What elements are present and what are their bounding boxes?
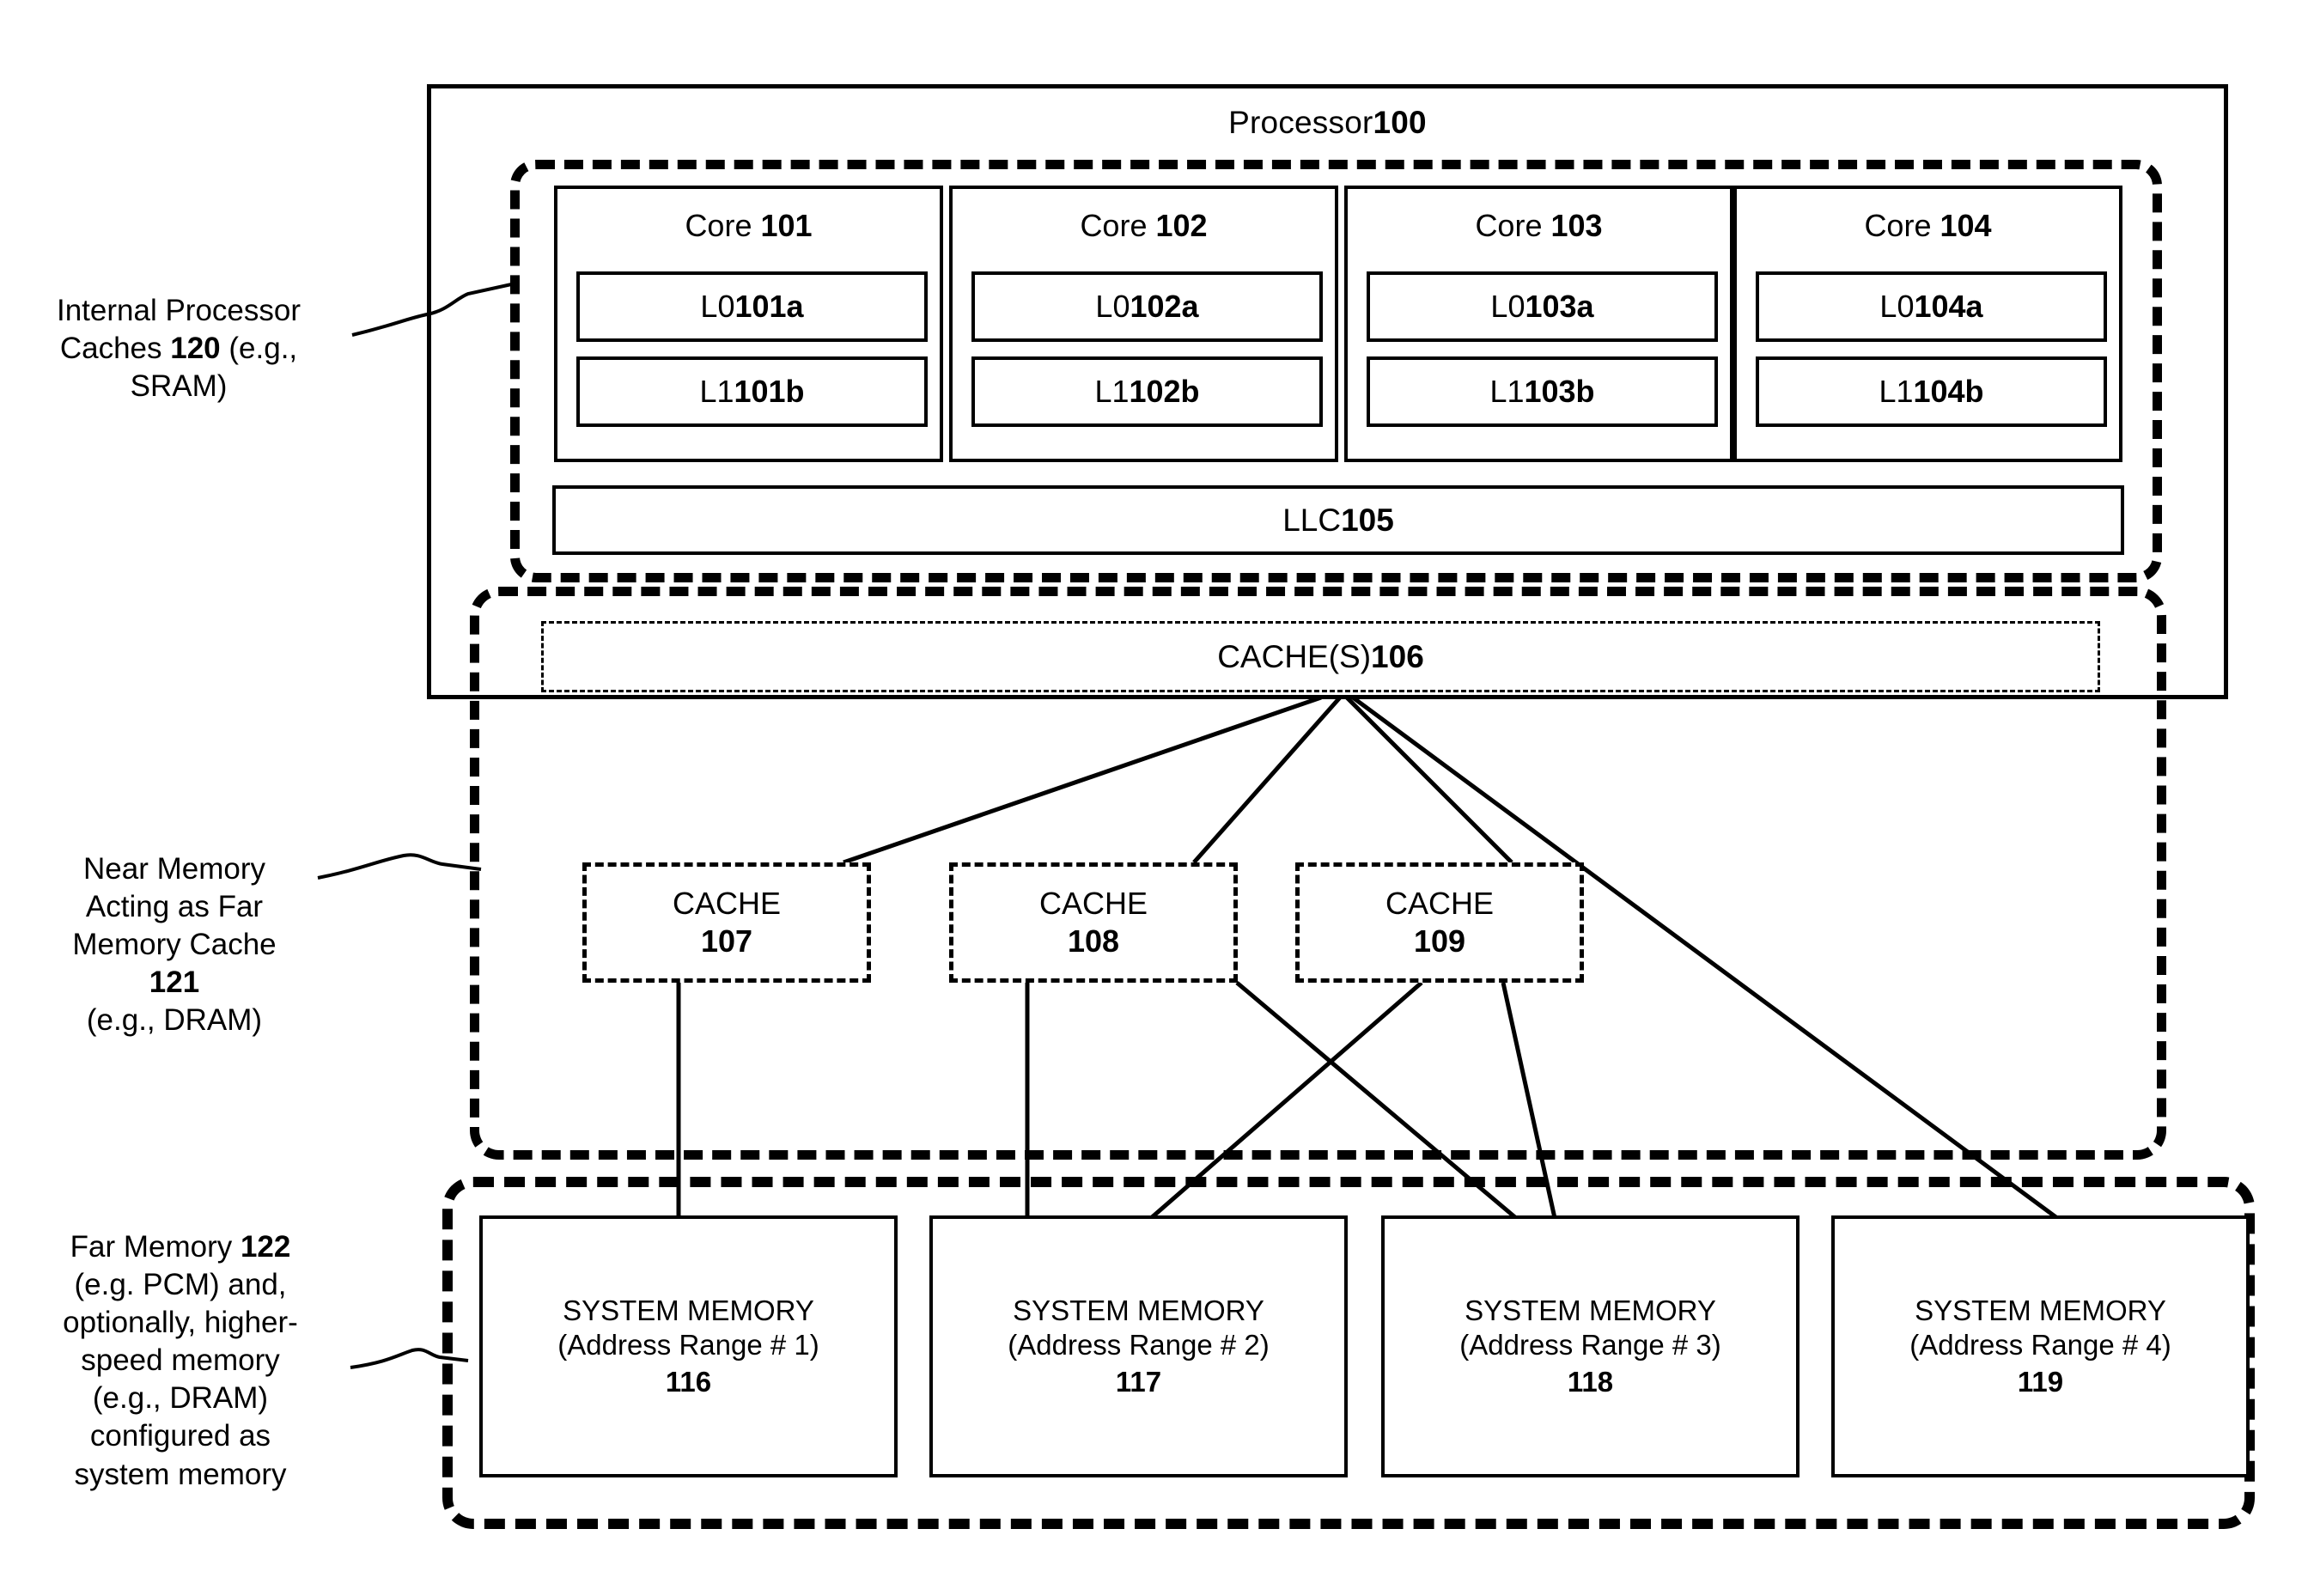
annotation-122-line3: optionally, higher-	[63, 1306, 298, 1340]
annotation-122-line4: speed memory	[81, 1343, 280, 1378]
system-memory-116-range: (Address Range # 1)	[557, 1329, 819, 1361]
system-memory-118-ref: 118	[1567, 1365, 1614, 1398]
core-103-l1-ref: 103b	[1524, 374, 1595, 409]
system-memory-118-range: (Address Range # 3)	[1459, 1329, 1721, 1361]
cache-box-107[interactable]: CACHE 107	[582, 862, 871, 983]
system-memory-117-ref: 117	[1115, 1365, 1162, 1398]
system-memory-box-117[interactable]: SYSTEM MEMORY (Address Range # 2) 117	[929, 1215, 1348, 1477]
core-box-104[interactable]: Core 104 L0 104a L1 104b	[1733, 186, 2122, 462]
llc-label: LLC	[1282, 502, 1342, 538]
core-101-l1-ref: 101b	[734, 374, 805, 409]
core-103-l0-label: L0	[1490, 289, 1525, 324]
annotation-121-ref: 121	[149, 966, 200, 1000]
core-101-l0-label: L0	[700, 289, 735, 324]
cache-109-ref: 109	[1413, 923, 1466, 959]
llc-box-105[interactable]: LLC 105	[552, 485, 2124, 555]
core-102-l1-ref: 102b	[1129, 374, 1200, 409]
annotation-120-line2-pre: Caches	[59, 332, 171, 366]
annotation-122-line5: (e.g., DRAM)	[92, 1381, 269, 1416]
cache-107-label: CACHE	[672, 886, 782, 922]
annotation-120-line2-post: (e.g.,	[220, 332, 298, 366]
system-memory-box-116[interactable]: SYSTEM MEMORY (Address Range # 1) 116	[479, 1215, 898, 1477]
annotation-121-line3: Memory Cache	[72, 928, 277, 962]
figure-canvas: Processor 100 Core 101 L0 101a L1 101b C…	[0, 0, 2308, 1596]
processor-title: Processor 100	[427, 103, 2228, 143]
shared-caches-label: CACHE(S)	[1217, 638, 1372, 674]
system-memory-117-title: SYSTEM MEMORY	[1013, 1294, 1264, 1327]
core-103-l1-cache[interactable]: L1 103b	[1367, 356, 1718, 427]
shared-caches-ref: 106	[1371, 638, 1424, 674]
system-memory-box-119[interactable]: SYSTEM MEMORY (Address Range # 4) 119	[1831, 1215, 2250, 1477]
system-memory-117-range: (Address Range # 2)	[1008, 1329, 1270, 1361]
annotation-122-line1: Far Memory 122	[9, 1228, 352, 1266]
system-memory-119-ref: 119	[2017, 1365, 2064, 1398]
core-101-l1-cache[interactable]: L1 101b	[576, 356, 928, 427]
annotation-near-memory: Near Memory Acting as Far Memory Cache 1…	[33, 850, 316, 1039]
annotation-122-line2: (e.g. PCM) and,	[74, 1268, 287, 1302]
annotation-120-line1: Internal Processor	[56, 294, 301, 327]
core-102-label: Core	[1080, 208, 1156, 243]
annotation-120-line3: SRAM)	[130, 369, 228, 404]
system-memory-116-title: SYSTEM MEMORY	[563, 1294, 814, 1327]
annotation-122-line1-pre: Far Memory	[70, 1230, 241, 1264]
annotation-122-ref: 122	[240, 1230, 291, 1264]
core-104-l0-ref: 104a	[1914, 289, 1983, 324]
core-104-l0-cache[interactable]: L0 104a	[1756, 271, 2107, 342]
cache-108-ref: 108	[1067, 923, 1120, 959]
core-101-label: Core	[685, 208, 761, 243]
shared-caches-box-106[interactable]: CACHE(S) 106	[541, 621, 2100, 692]
annotation-122-line6: configured as	[89, 1419, 271, 1453]
cache-box-108[interactable]: CACHE 108	[949, 862, 1238, 983]
core-box-101[interactable]: Core 101 L0 101a L1 101b	[554, 186, 943, 462]
core-104-l1-ref: 104b	[1913, 374, 1984, 409]
core-102-l0-ref: 102a	[1130, 289, 1199, 324]
annotation-121-line2: Acting as Far	[85, 890, 264, 924]
core-102-ref: 102	[1155, 208, 1208, 243]
annotation-120-ref: 120	[170, 332, 221, 366]
annotation-121-line5: (e.g., DRAM)	[86, 1003, 263, 1038]
processor-title-ref: 100	[1373, 105, 1427, 141]
annotation-122-line7: system memory	[74, 1457, 287, 1491]
core-102-title: Core 102	[953, 208, 1335, 244]
annotation-internal-processor-caches: Internal Processor Caches 120 (e.g., SRA…	[7, 292, 350, 405]
core-102-l1-label: L1	[1094, 374, 1130, 409]
core-102-l0-label: L0	[1095, 289, 1130, 324]
core-101-l1-label: L1	[699, 374, 734, 409]
processor-title-text: Processor	[1228, 105, 1373, 141]
system-memory-box-118[interactable]: SYSTEM MEMORY (Address Range # 3) 118	[1381, 1215, 1800, 1477]
core-104-title: Core 104	[1737, 208, 2119, 244]
system-memory-119-range: (Address Range # 4)	[1909, 1329, 2171, 1361]
annotation-far-memory: Far Memory 122 (e.g. PCM) and, optionall…	[9, 1228, 352, 1494]
core-103-ref: 103	[1550, 208, 1603, 243]
system-memory-119-title: SYSTEM MEMORY	[1915, 1294, 2166, 1327]
cache-107-ref: 107	[700, 923, 753, 959]
core-104-ref: 104	[1940, 208, 1992, 243]
core-104-l1-label: L1	[1879, 374, 1914, 409]
system-memory-118-title: SYSTEM MEMORY	[1465, 1294, 1716, 1327]
core-103-l0-cache[interactable]: L0 103a	[1367, 271, 1718, 342]
llc-ref: 105	[1341, 502, 1394, 538]
core-101-l0-ref: 101a	[734, 289, 804, 324]
core-102-l1-cache[interactable]: L1 102b	[971, 356, 1323, 427]
leader-line-121	[317, 853, 482, 880]
annotation-121-line1: Near Memory	[83, 852, 265, 886]
core-101-l0-cache[interactable]: L0 101a	[576, 271, 928, 342]
core-101-title: Core 101	[557, 208, 940, 244]
core-103-l0-ref: 103a	[1525, 289, 1594, 324]
annotation-120-line2: Caches 120 (e.g.,	[7, 330, 350, 368]
core-104-label: Core	[1864, 208, 1940, 243]
core-103-l1-label: L1	[1489, 374, 1525, 409]
core-103-label: Core	[1475, 208, 1551, 243]
core-104-l1-cache[interactable]: L1 104b	[1756, 356, 2107, 427]
core-104-l0-label: L0	[1879, 289, 1915, 324]
core-101-ref: 101	[760, 208, 813, 243]
core-box-103[interactable]: Core 103 L0 103a L1 103b	[1344, 186, 1733, 462]
system-memory-116-ref: 116	[665, 1365, 712, 1398]
core-102-l0-cache[interactable]: L0 102a	[971, 271, 1323, 342]
cache-109-label: CACHE	[1385, 886, 1495, 922]
cache-108-label: CACHE	[1038, 886, 1148, 922]
core-103-title: Core 103	[1348, 208, 1730, 244]
cache-box-109[interactable]: CACHE 109	[1295, 862, 1584, 983]
core-box-102[interactable]: Core 102 L0 102a L1 102b	[949, 186, 1338, 462]
